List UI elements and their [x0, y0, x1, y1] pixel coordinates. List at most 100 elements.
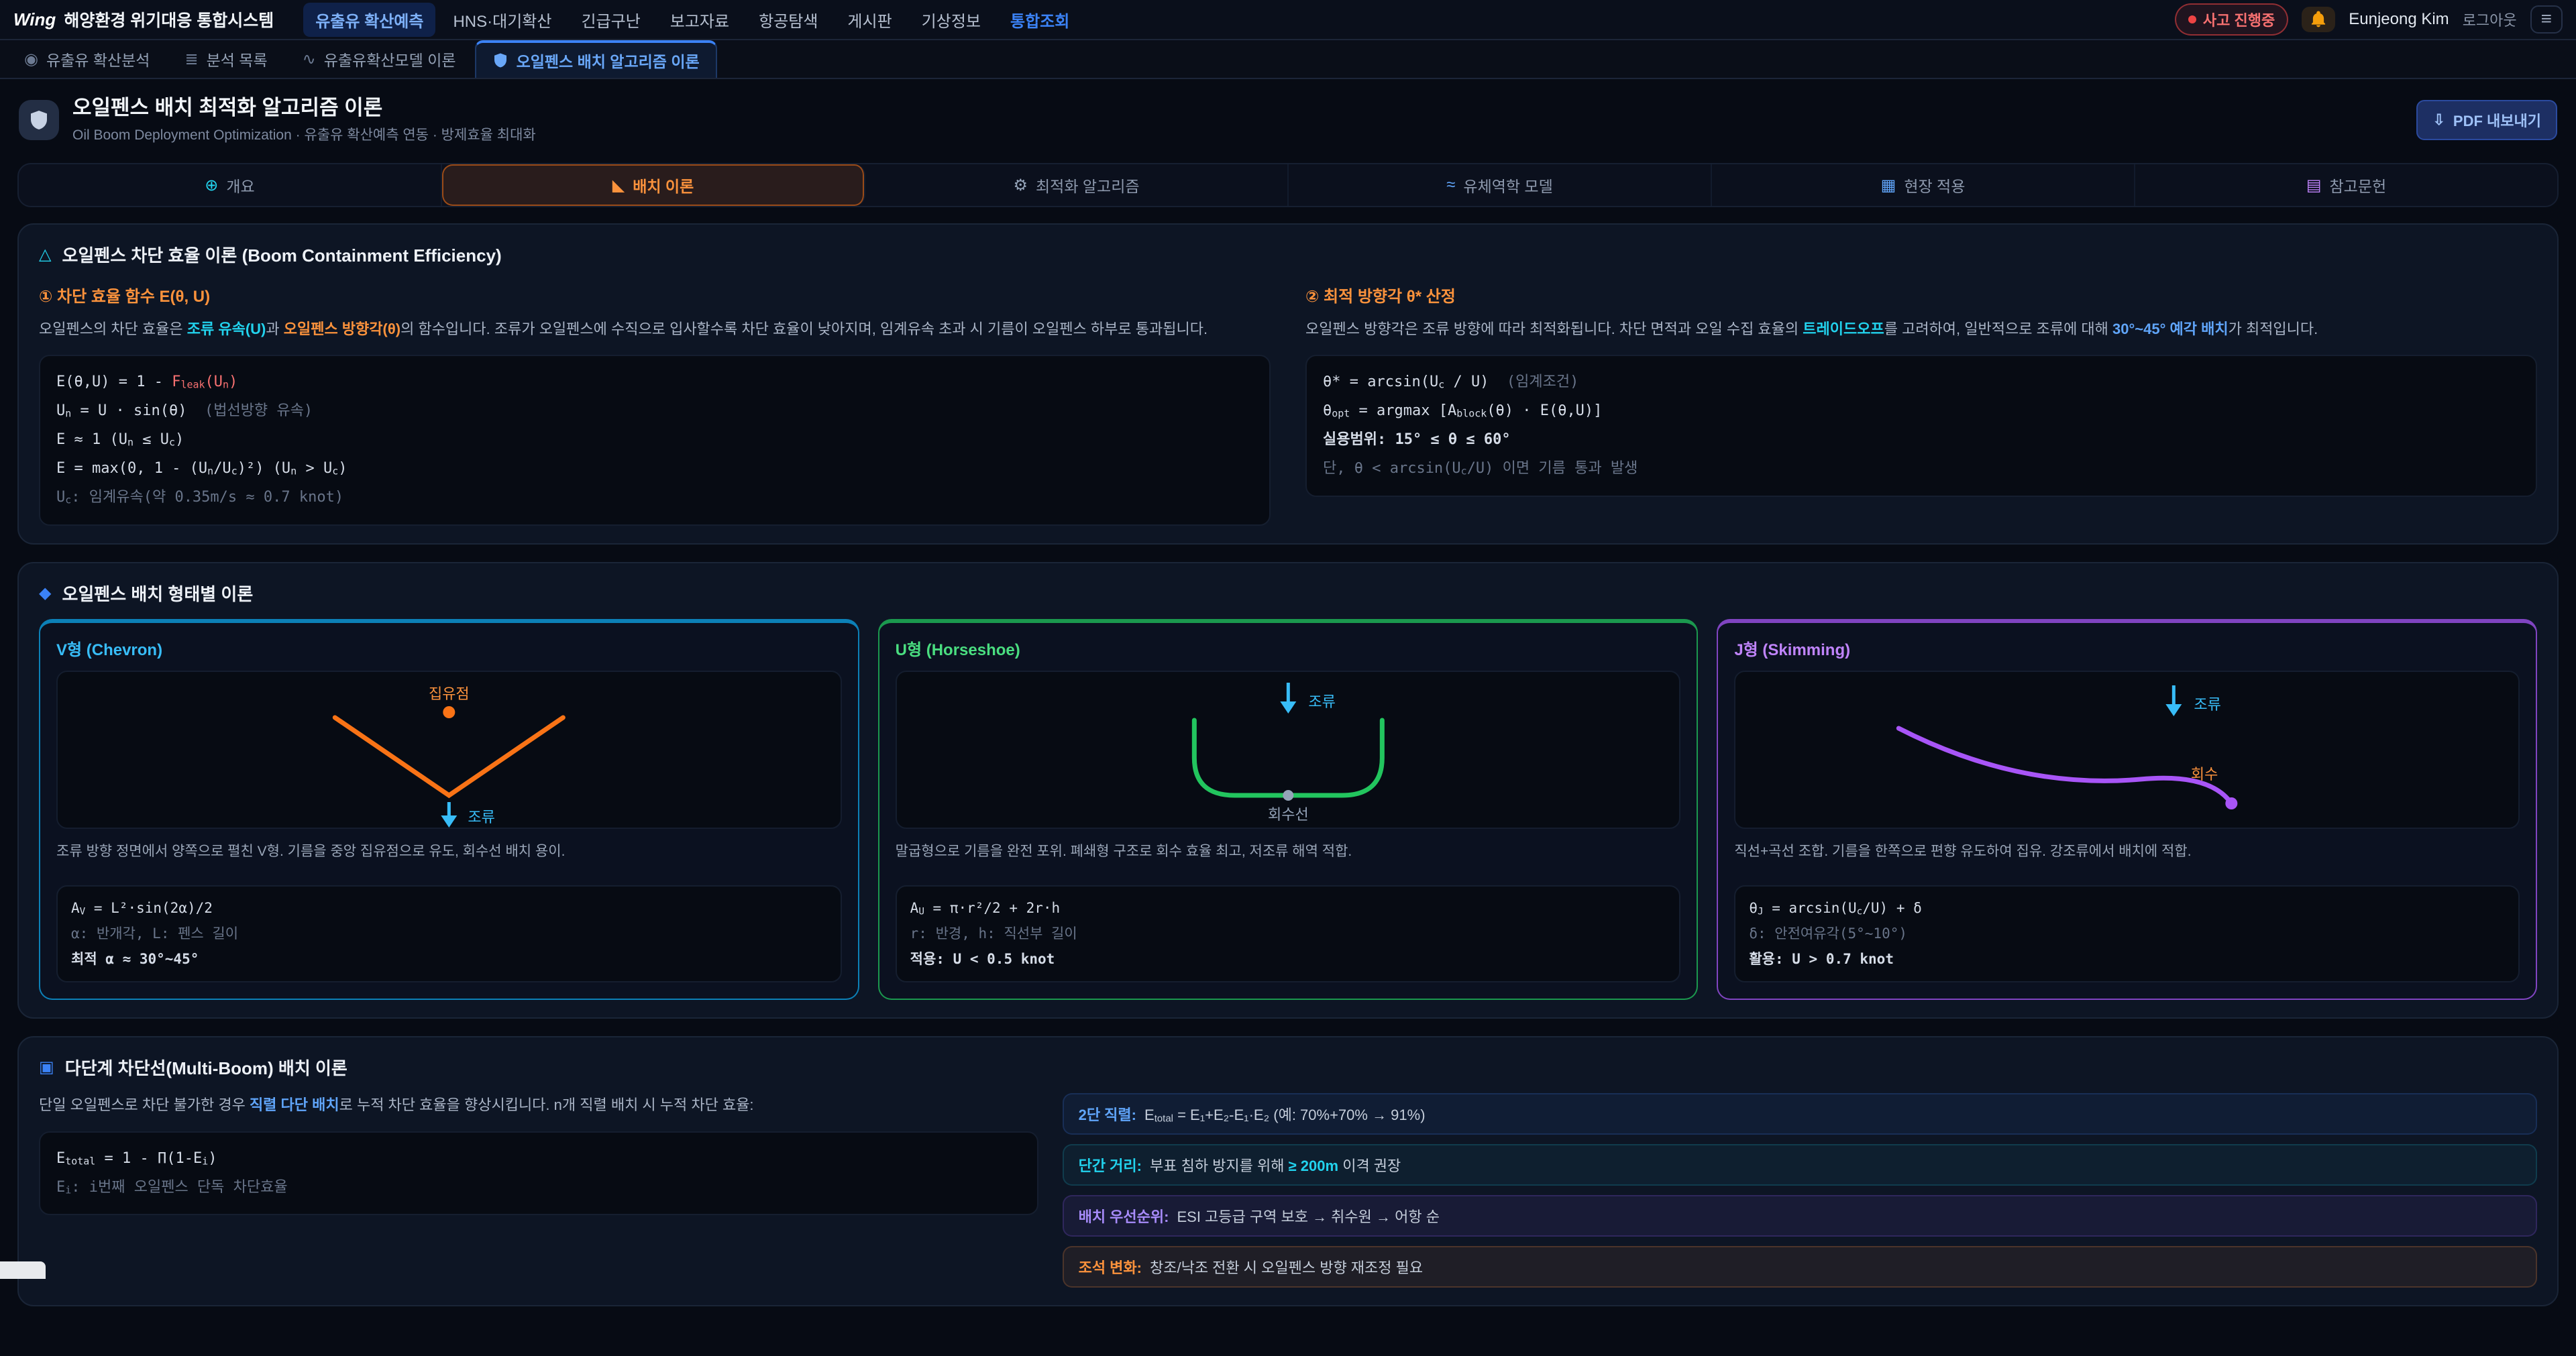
page-title: 오일펜스 배치 최적화 알고리즘 이론: [72, 95, 536, 120]
brand[interactable]: Wing 해양환경 위기대응 통합시스템: [13, 7, 274, 32]
notification-bell-button[interactable]: [2302, 7, 2335, 32]
shape-u-formula-block: AU = π·r²/2 + 2r·hr: 반경, h: 직선부 길이적용: U …: [896, 885, 1681, 982]
set-square-icon: ◣: [612, 176, 625, 195]
ruler-icon: △: [39, 245, 51, 264]
multiboom-formula-block: Etotal = 1 - Π(1-Ei)Ei: i번째 오일펜스 단독 차단효율: [39, 1131, 1038, 1216]
deployment-shapes-card: ◆ 오일펜스 배치 형태별 이론 V형 (Chevron) 집유점 조류 조류 …: [17, 562, 2559, 1019]
multiboom-intro-section: 단일 오일펜스로 차단 불가한 경우 직렬 다단 배치로 누적 차단 효율을 향…: [39, 1093, 1038, 1288]
optimal-angle-paragraph: 오일펜스 방향각은 조류 방향에 따라 최적화됩니다. 차단 면적과 오일 수집…: [1305, 317, 2537, 341]
nav-item-reports[interactable]: 보고자료: [658, 3, 741, 37]
nav-item-weather[interactable]: 기상정보: [910, 3, 993, 37]
collection-point-dot: [443, 706, 455, 718]
section-tab-references[interactable]: ▤ 참고문헌: [2135, 164, 2557, 206]
wave-icon: ≈: [1446, 176, 1455, 194]
main-nav: 유출유 확산예측 HNS·대기확산 긴급구난 보고자료 항공탐색 게시판 기상정…: [303, 3, 1081, 37]
multiboom-notes: 2단 직렬: Etotal = E₁+E₂-E₁·E₂ (예: 70%+70% …: [1063, 1093, 2537, 1288]
section-tab-label: 현장 적용: [1904, 174, 1965, 196]
pdf-button-label: PDF 내보내기: [2453, 109, 2541, 131]
shape-j-caption: 직선+곡선 조합. 기름을 한쪽으로 편향 유도하여 집유. 강조류에서 배치에…: [1718, 829, 2536, 877]
card-title: △ 오일펜스 차단 효율 이론 (Boom Containment Effici…: [39, 242, 2537, 267]
list-icon: ≣: [184, 50, 198, 69]
shape-v-formula-block: AV = L²·sin(2α)/2α: 반개각, L: 펜스 길이최적 α ≈ …: [56, 885, 842, 982]
shape-card-u: U형 (Horseshoe) 조류 회수선 말굽형으로 기름을 완전 포위. 폐…: [878, 619, 1699, 1000]
nav-item-aerial-search[interactable]: 항공탐색: [747, 3, 830, 37]
page-shield-icon: [19, 100, 59, 140]
efficiency-function-heading: ① 차단 효율 함수 E(θ, U): [39, 283, 1271, 306]
section-tab-label: 배치 이론: [633, 174, 694, 196]
main-content: △ 오일펜스 차단 효율 이론 (Boom Containment Effici…: [0, 223, 2576, 1356]
tab-bar: ◉ 유출유 확산분석 ≣ 분석 목록 ∿ 유출유확산모델 이론 오일펜스 배치 …: [0, 40, 2576, 79]
efficiency-function-section: ① 차단 효율 함수 E(θ, U) 오일펜스의 차단 효율은 조류 유속(U)…: [39, 280, 1271, 526]
section-tab-overview[interactable]: ⊕ 개요: [19, 164, 442, 206]
optimal-angle-heading: ② 최적 방향각 θ* 산정: [1305, 283, 2537, 306]
current-arrow-head: [1280, 701, 1296, 714]
recovery-point-dot: [2226, 797, 2238, 809]
tab-label: 분석 목록: [207, 48, 268, 70]
nav-item-hns-atmospheric[interactable]: HNS·대기확산: [441, 3, 564, 37]
recovery-point-label: 회수: [2191, 766, 2218, 783]
tab-boom-algorithm-theory[interactable]: 오일펜스 배치 알고리즘 이론: [475, 40, 717, 78]
efficiency-formula-block: E(θ,U) = 1 - Fleak(Un)Un = U · sin(θ) (법…: [39, 355, 1271, 525]
v-shape-diagram: 집유점 조류: [56, 671, 842, 829]
section-tab-hydrodynamics[interactable]: ≈ 유체역학 모델: [1289, 164, 1712, 206]
current-arrow-head: [2166, 704, 2182, 716]
browser-status-bubble: [0, 1261, 46, 1279]
j-boom-line: [1899, 728, 2232, 803]
j-shape-diagram: 조류 회수: [1734, 671, 2520, 829]
nav-item-oil-spill-prediction[interactable]: 유출유 확산예측: [303, 3, 435, 37]
books-icon: ▤: [2306, 176, 2322, 195]
tab-label: 오일펜스 배치 알고리즘 이론: [517, 49, 700, 72]
building-grid-icon: ▦: [1881, 176, 1896, 195]
optimal-angle-section: ② 최적 방향각 θ* 산정 오일펜스 방향각은 조류 방향에 따라 최적화됩니…: [1305, 280, 2537, 526]
current-label: 조류: [468, 809, 494, 826]
nav-item-board[interactable]: 게시판: [835, 3, 904, 37]
brand-name: 해양환경 위기대응 통합시스템: [64, 7, 274, 32]
tab-diffusion-model-theory[interactable]: ∿ 유출유확산모델 이론: [286, 40, 472, 78]
section-tabs: ⊕ 개요 ◣ 배치 이론 ⚙ 최적화 알고리즘 ≈ 유체역학 모델 ▦ 현장 적…: [17, 163, 2559, 207]
current-label: 조류: [1308, 693, 1335, 710]
logout-button[interactable]: 로그아웃: [2463, 9, 2517, 30]
u-boom-line: [1194, 720, 1382, 795]
tab-spill-analysis[interactable]: ◉ 유출유 확산분석: [8, 40, 166, 78]
logo: Wing: [13, 9, 56, 30]
page-header: 오일펜스 배치 최적화 알고리즘 이론 Oil Boom Deployment …: [0, 79, 2576, 155]
nav-item-emergency-rescue[interactable]: 긴급구난: [569, 3, 652, 37]
u-shape-diagram: 조류 회수선: [896, 671, 1681, 829]
nav-item-integrated-search[interactable]: 통합조회: [998, 3, 1081, 37]
section-tab-optimization-algorithm[interactable]: ⚙ 최적화 알고리즘: [865, 164, 1289, 206]
card-title: ▣ 다단계 차단선(Multi-Boom) 배치 이론: [39, 1055, 2537, 1080]
v-boom-line: [335, 718, 563, 795]
scatter-chart-icon: ◉: [24, 50, 38, 69]
diamond-icon: ◆: [39, 583, 51, 603]
shape-j-title: J형 (Skimming): [1718, 623, 2536, 671]
shape-u-title: U형 (Horseshoe): [879, 623, 1697, 671]
pdf-export-button[interactable]: ⇩ PDF 내보내기: [2416, 100, 2557, 140]
pdf-icon: ⇩: [2432, 111, 2445, 129]
collection-point-label: 집유점: [429, 685, 470, 702]
section-tab-label: 최적화 알고리즘: [1036, 174, 1140, 196]
current-label: 조류: [2194, 696, 2221, 713]
bell-icon: [2310, 11, 2327, 28]
menu-icon[interactable]: ≡: [2530, 5, 2563, 34]
top-nav: Wing 해양환경 위기대응 통합시스템 유출유 확산예측 HNS·대기확산 긴…: [0, 0, 2576, 40]
section-tab-field-application[interactable]: ▦ 현장 적용: [1712, 164, 2135, 206]
note-row-priority: 배치 우선순위: ESI 고등급 구역 보호 → 취수원 → 어항 순: [1063, 1195, 2537, 1237]
shape-v-caption: 조류 방향 정면에서 양쪽으로 펼친 V형. 기름을 중앙 집유점으로 유도, …: [40, 829, 858, 877]
tab-analysis-list[interactable]: ≣ 분석 목록: [168, 40, 283, 78]
shape-j-formula-block: θJ = arcsin(Uc/U) + δδ: 안전여유각(5°~10°)활용:…: [1734, 885, 2520, 982]
note-row-spacing: 단간 거리: 부표 침하 방지를 위해 ≥ 200m 이격 권장: [1063, 1144, 2537, 1186]
shape-u-caption: 말굽형으로 기름을 완전 포위. 폐쇄형 구조로 회수 효율 최고, 저조류 해…: [879, 829, 1697, 877]
page-subtitle: Oil Boom Deployment Optimization · 유출유 확…: [72, 124, 536, 144]
section-tab-deployment-theory[interactable]: ◣ 배치 이론: [442, 164, 865, 206]
shape-card-v: V형 (Chevron) 집유점 조류 조류 방향 정면에서 양쪽으로 펼친 V…: [39, 619, 859, 1000]
efficiency-function-paragraph: 오일펜스의 차단 효율은 조류 유속(U)과 오일펜스 방향각(θ)의 함수입니…: [39, 317, 1271, 341]
multiboom-card: ▣ 다단계 차단선(Multi-Boom) 배치 이론 단일 오일펜스로 차단 …: [17, 1036, 2559, 1306]
gear-icon: ⚙: [1013, 176, 1028, 195]
shield-icon: [492, 52, 508, 68]
recovery-vessel-dot: [1283, 790, 1293, 801]
tab-label: 유출유 확산분석: [46, 48, 150, 70]
incident-status-badge[interactable]: 사고 진행중: [2175, 3, 2288, 36]
globe-icon: ⊕: [205, 176, 218, 195]
recovery-vessel-label: 회수선: [1268, 806, 1309, 823]
efficiency-theory-card: △ 오일펜스 차단 효율 이론 (Boom Containment Effici…: [17, 223, 2559, 545]
